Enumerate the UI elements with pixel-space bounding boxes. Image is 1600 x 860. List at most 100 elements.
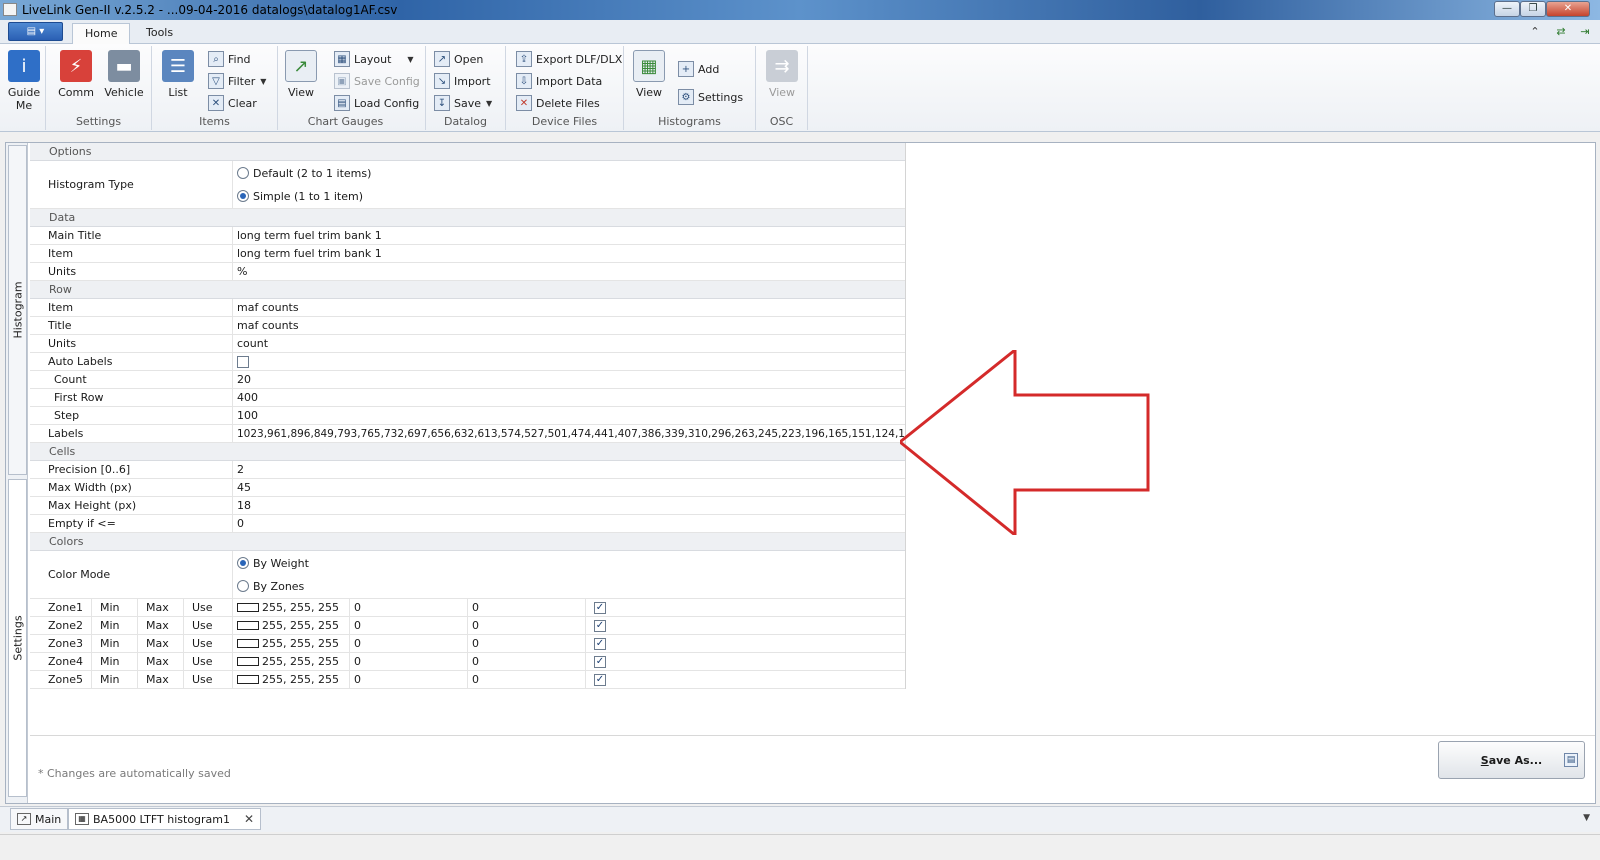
find-button[interactable]: ⌕ Find xyxy=(208,50,251,68)
clear-icon: ✕ xyxy=(208,95,224,111)
save-config-button[interactable]: ▣ Save Config xyxy=(334,72,420,90)
radio-by-zones[interactable]: By Zones xyxy=(237,575,304,598)
main-title-value[interactable]: long term fuel trim bank 1 xyxy=(233,227,905,244)
zone-use-checkbox[interactable]: ✓ xyxy=(594,619,606,632)
side-tab-histogram[interactable]: Histogram xyxy=(8,145,27,475)
tab-main[interactable]: ↗ Main xyxy=(10,808,69,830)
title-bar: LiveLink Gen-II v.2.5.2 - ...09-04-2016 … xyxy=(0,0,1600,20)
maximize-button[interactable]: ❐ xyxy=(1520,1,1546,17)
list-button[interactable]: ☰ List xyxy=(160,50,196,99)
save-config-icon: ▣ xyxy=(334,73,350,89)
first-row-value[interactable]: 400 xyxy=(233,389,905,406)
count-row: Count 20 xyxy=(30,371,905,389)
tab-overflow-chevron-icon[interactable]: ▼ xyxy=(1583,813,1590,823)
chart-view-button[interactable]: ↗ View xyxy=(284,50,318,99)
import-button[interactable]: ↘ Import xyxy=(434,72,491,90)
auto-labels-checkbox[interactable] xyxy=(237,355,249,368)
units-value[interactable]: % xyxy=(233,263,905,280)
load-config-button[interactable]: ▤ Load Config xyxy=(334,94,419,112)
zone-use-cell: ✓ xyxy=(586,635,606,652)
zone-min-value[interactable]: 0 xyxy=(350,617,468,634)
zone-max-value[interactable]: 0 xyxy=(468,635,586,652)
zone-use-checkbox[interactable]: ✓ xyxy=(594,673,606,686)
green-refresh-icon[interactable]: ⇄ xyxy=(1554,25,1568,39)
labels-value[interactable]: 1023,961,896,849,793,765,732,697,656,632… xyxy=(233,425,905,442)
section-cells: Cells xyxy=(30,443,905,461)
zone-color[interactable]: 255, 255, 255 xyxy=(233,671,350,688)
close-tab-icon[interactable]: ✕ xyxy=(244,812,254,826)
count-value[interactable]: 20 xyxy=(233,371,905,388)
import-data-button[interactable]: ⇩ Import Data xyxy=(516,72,602,90)
filter-button[interactable]: ▽ Filter ▼ xyxy=(208,72,266,90)
zone-use-checkbox[interactable]: ✓ xyxy=(594,637,606,650)
app-menu-button[interactable]: ▤ ▾ xyxy=(8,22,63,41)
minimize-button[interactable]: — xyxy=(1494,1,1520,17)
zone-min-value[interactable]: 0 xyxy=(350,653,468,670)
section-row: Row xyxy=(30,281,905,299)
close-window-button[interactable]: ✕ xyxy=(1546,1,1590,17)
zone-use-cell: ✓ xyxy=(586,617,606,634)
zone-color[interactable]: 255, 255, 255 xyxy=(233,599,350,616)
precision-value[interactable]: 2 xyxy=(233,461,905,478)
zone-max-value[interactable]: 0 xyxy=(468,617,586,634)
zone-use-checkbox[interactable]: ✓ xyxy=(594,655,606,668)
histogram-view-button[interactable]: ▦ View xyxy=(630,50,668,99)
delete-files-button[interactable]: ✕ Delete Files xyxy=(516,94,600,112)
step-value[interactable]: 100 xyxy=(233,407,905,424)
zone-max-label: Max xyxy=(138,635,184,652)
zone-row: Zone4 Min Max Use 255, 255, 255 0 0 ✓ xyxy=(30,653,905,671)
zone-color[interactable]: 255, 255, 255 xyxy=(233,653,350,670)
guide-me-button[interactable]: i Guide Me xyxy=(4,50,44,112)
zone-min-value[interactable]: 0 xyxy=(350,671,468,688)
chevron-down-icon: ▼ xyxy=(486,98,493,108)
radio-default[interactable]: Default (2 to 1 items) xyxy=(237,162,371,185)
vehicle-button[interactable]: ▬ Vehicle xyxy=(102,50,146,99)
tab-home[interactable]: Home xyxy=(72,23,131,44)
radio-by-weight-button[interactable] xyxy=(237,557,249,569)
zone-max-value[interactable]: 0 xyxy=(468,671,586,688)
comm-button[interactable]: ⚡ Comm xyxy=(56,50,96,99)
radio-simple-button[interactable] xyxy=(237,190,249,202)
side-tab-settings[interactable]: Settings xyxy=(8,479,27,797)
histograms-group: ▦ View + Add ⚙ Settings Histograms xyxy=(624,46,756,130)
green-export-icon[interactable]: ⇥ xyxy=(1578,25,1592,39)
empty-if-row: Empty if <= 0 xyxy=(30,515,905,533)
color-swatch xyxy=(237,675,259,684)
zone-name: Zone3 xyxy=(30,635,92,652)
open-button[interactable]: ↗ Open xyxy=(434,50,483,68)
max-width-value[interactable]: 45 xyxy=(233,479,905,496)
osc-view-button[interactable]: ⇉ View xyxy=(764,50,800,99)
zone-use-checkbox[interactable]: ✓ xyxy=(594,601,606,614)
zone-max-value[interactable]: 0 xyxy=(468,599,586,616)
tab-tools[interactable]: Tools xyxy=(134,23,185,44)
radio-by-weight[interactable]: By Weight xyxy=(237,552,309,575)
add-histogram-button[interactable]: + Add xyxy=(678,60,719,78)
export-dlf-button[interactable]: ⇪ Export DLF/DLX xyxy=(516,50,622,68)
radio-default-button[interactable] xyxy=(237,167,249,179)
row-title-value[interactable]: maf counts xyxy=(233,317,905,334)
color-swatch xyxy=(237,621,259,630)
zone-min-label: Min xyxy=(92,671,138,688)
zone-max-value[interactable]: 0 xyxy=(468,653,586,670)
empty-if-value[interactable]: 0 xyxy=(233,515,905,532)
zone-max-label: Max xyxy=(138,653,184,670)
app-icon[interactable] xyxy=(3,3,17,16)
zone-color[interactable]: 255, 255, 255 xyxy=(233,617,350,634)
tab-histogram[interactable]: ▦ BA5000 LTFT histogram1 ✕ xyxy=(68,808,262,830)
annotation-arrow xyxy=(900,350,1150,535)
zone-min-value[interactable]: 0 xyxy=(350,635,468,652)
clear-button[interactable]: ✕ Clear xyxy=(208,94,257,112)
histogram-settings-button[interactable]: ⚙ Settings xyxy=(678,88,743,106)
zone-color[interactable]: 255, 255, 255 xyxy=(233,635,350,652)
collapse-ribbon-icon[interactable]: ⌃ xyxy=(1528,25,1542,39)
radio-by-zones-button[interactable] xyxy=(237,580,249,592)
row-item-value[interactable]: maf counts xyxy=(233,299,905,316)
save-as-button[interactable]: Save As... ▤ xyxy=(1438,741,1585,779)
layout-button[interactable]: ▦ Layout ▼ xyxy=(334,50,414,68)
save-datalog-button[interactable]: ↧ Save ▼ xyxy=(434,94,492,112)
row-units-value[interactable]: count xyxy=(233,335,905,352)
radio-simple[interactable]: Simple (1 to 1 item) xyxy=(237,185,363,208)
item-value[interactable]: long term fuel trim bank 1 xyxy=(233,245,905,262)
max-height-value[interactable]: 18 xyxy=(233,497,905,514)
zone-min-value[interactable]: 0 xyxy=(350,599,468,616)
